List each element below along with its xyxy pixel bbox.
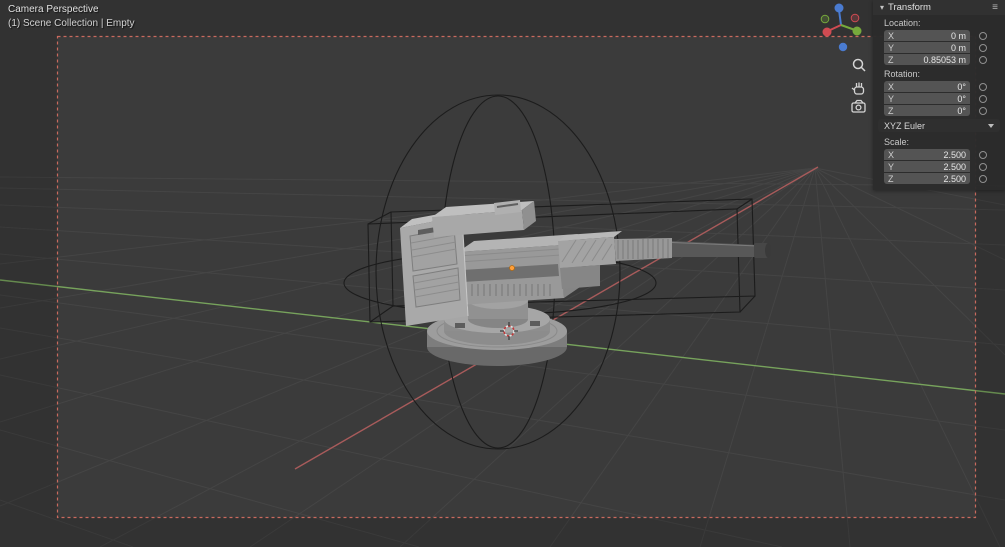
view-name-label: Camera Perspective bbox=[8, 4, 99, 15]
axis-label: Y bbox=[888, 42, 895, 53]
rotation-z-field[interactable]: Z 0° bbox=[884, 105, 970, 116]
location-x-row: X 0 m bbox=[873, 30, 1005, 41]
axis-x-negative-ball[interactable] bbox=[850, 13, 860, 23]
axis-z-negative-ball[interactable] bbox=[838, 42, 848, 52]
blender-window: Camera Perspective (1) Scene Collection … bbox=[0, 0, 1005, 547]
viewport-controls bbox=[851, 58, 866, 113]
axis-label: X bbox=[888, 149, 895, 160]
field-value: 0 m bbox=[950, 42, 966, 53]
rotation-x-row: X 0° bbox=[873, 81, 1005, 92]
location-x-field[interactable]: X 0 m bbox=[884, 30, 970, 41]
scale-x-field[interactable]: X 2.500 bbox=[884, 149, 970, 160]
location-z-row: Z 0.85053 m bbox=[873, 54, 1005, 65]
field-value: 0° bbox=[957, 105, 966, 116]
axis-x-ball[interactable] bbox=[822, 27, 832, 37]
location-z-field[interactable]: Z 0.85053 m bbox=[884, 54, 970, 65]
axis-y-ball[interactable] bbox=[852, 26, 862, 36]
location-label: Location: bbox=[884, 18, 921, 28]
chevron-down-icon bbox=[988, 123, 994, 128]
rotation-mode-value: XYZ Euler bbox=[884, 120, 926, 131]
nav-gizmo[interactable] bbox=[800, 0, 870, 56]
axis-y-negative-ball[interactable] bbox=[820, 14, 830, 24]
zoom-icon bbox=[852, 58, 864, 70]
field-value: 0 m bbox=[950, 30, 966, 41]
rotation-z-row: Z 0° bbox=[873, 105, 1005, 116]
animate-decorator-icon[interactable] bbox=[979, 55, 987, 64]
field-value: 0° bbox=[957, 93, 966, 104]
animate-decorator-icon[interactable] bbox=[979, 31, 987, 40]
camera-view-button[interactable] bbox=[851, 99, 866, 113]
axis-label: Z bbox=[888, 105, 894, 116]
collection-label: (1) Scene Collection | Empty bbox=[8, 18, 135, 29]
rotation-x-field[interactable]: X 0° bbox=[884, 81, 970, 92]
field-value: 2.500 bbox=[943, 173, 966, 184]
rotation-mode-dropdown[interactable]: XYZ Euler bbox=[878, 119, 1000, 132]
animate-decorator-icon[interactable] bbox=[979, 94, 987, 103]
panel-menu-icon[interactable]: ≡ bbox=[992, 2, 998, 13]
pan-button[interactable] bbox=[851, 82, 865, 95]
camera-icon bbox=[851, 102, 866, 113]
animate-decorator-icon[interactable] bbox=[979, 43, 987, 52]
scale-z-field[interactable]: Z 2.500 bbox=[884, 173, 970, 184]
transform-panel: ▾ Transform ≡ Location: X 0 m Y 0 m Z 0.… bbox=[873, 0, 1005, 190]
animate-decorator-icon[interactable] bbox=[979, 162, 987, 171]
field-value: 0° bbox=[957, 81, 966, 92]
field-value: 2.500 bbox=[943, 149, 966, 160]
axis-label: Z bbox=[888, 54, 894, 65]
animate-decorator-icon[interactable] bbox=[979, 106, 987, 115]
location-y-field[interactable]: Y 0 m bbox=[884, 42, 970, 53]
rotation-label: Rotation: bbox=[884, 69, 921, 79]
zoom-button[interactable] bbox=[852, 58, 866, 72]
axis-z-positive-ball[interactable] bbox=[834, 3, 844, 13]
rotation-y-row: Y 0° bbox=[873, 93, 1005, 104]
scale-label: Scale: bbox=[884, 137, 910, 147]
axis-label: Y bbox=[888, 93, 895, 104]
axis-label: X bbox=[888, 30, 895, 41]
axis-label: Z bbox=[888, 173, 894, 184]
scale-x-row: X 2.500 bbox=[873, 149, 1005, 160]
object-origin-dot bbox=[509, 265, 515, 271]
collapse-triangle-icon[interactable]: ▾ bbox=[880, 3, 884, 12]
field-value: 0.85053 m bbox=[923, 54, 966, 65]
location-y-row: Y 0 m bbox=[873, 42, 1005, 53]
rotation-y-field[interactable]: Y 0° bbox=[884, 93, 970, 104]
scale-y-row: Y 2.500 bbox=[873, 161, 1005, 172]
animate-decorator-icon[interactable] bbox=[979, 150, 987, 159]
field-value: 2.500 bbox=[943, 161, 966, 172]
animate-decorator-icon[interactable] bbox=[979, 174, 987, 183]
axis-label: Y bbox=[888, 161, 895, 172]
panel-title: Transform bbox=[888, 2, 931, 13]
axis-label: X bbox=[888, 81, 895, 92]
scale-z-row: Z 2.500 bbox=[873, 173, 1005, 184]
animate-decorator-icon[interactable] bbox=[979, 82, 987, 91]
hand-icon bbox=[853, 86, 865, 95]
panel-header[interactable]: ▾ Transform ≡ bbox=[873, 0, 1005, 15]
scale-y-field[interactable]: Y 2.500 bbox=[884, 161, 970, 172]
